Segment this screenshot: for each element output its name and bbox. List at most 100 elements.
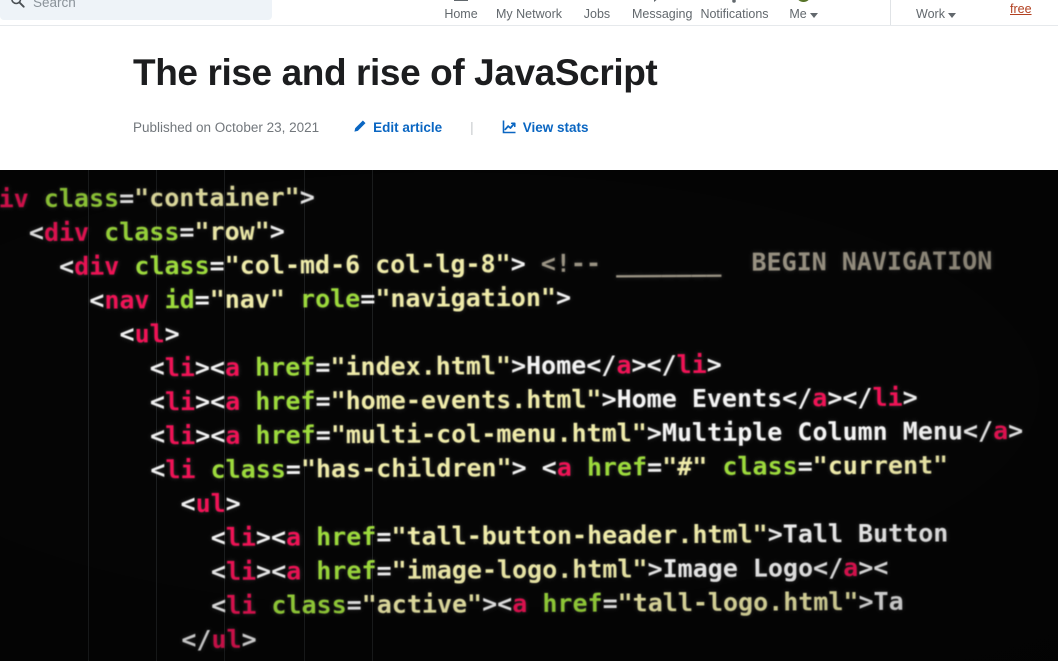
code-token: = — [315, 352, 331, 382]
code-token: nav — [104, 285, 150, 315]
bell-icon — [724, 0, 744, 5]
nav-item-work[interactable]: Work — [905, 0, 967, 25]
code-token: = — [647, 452, 663, 482]
article-header: The rise and rise of JavaScript Publishe… — [0, 26, 1058, 170]
line-chart-icon — [502, 119, 517, 137]
code-token: >< — [194, 352, 226, 383]
code-token: = — [194, 284, 210, 315]
nav-item-home[interactable]: Home — [430, 0, 492, 25]
code-token: href — [255, 420, 316, 450]
code-token: "nav" — [209, 284, 286, 314]
code-token: = — [209, 250, 225, 280]
code-token: Ta — [873, 586, 904, 616]
code-token: href — [542, 588, 603, 618]
search-icon — [10, 0, 25, 13]
nav-item-label: My Network — [496, 7, 562, 21]
code-token: class — [134, 250, 210, 281]
nav-item-label: Messaging — [631, 7, 693, 21]
code-token: role — [299, 284, 361, 314]
code-token: < — [149, 387, 166, 417]
nav-item-me[interactable]: Me — [773, 0, 835, 25]
nav-item-messaging[interactable]: Messaging — [628, 0, 696, 25]
code-token: ul — [211, 624, 242, 654]
code-token: > — [225, 488, 241, 518]
code-token: a — [224, 352, 241, 382]
code-token: < — [149, 353, 165, 383]
code-token: "container" — [134, 182, 300, 213]
code-token: "multi-col-menu.html" — [330, 418, 647, 450]
code-token: > — [767, 519, 783, 549]
code-token: > — [902, 382, 918, 412]
code-token: = — [119, 183, 135, 213]
code-token: li — [165, 421, 196, 451]
code-token: a — [843, 553, 859, 583]
code-token: > — [164, 319, 180, 349]
code-token: Tall Button — [782, 518, 949, 549]
avatar-icon — [795, 0, 813, 5]
code-token: > — [555, 282, 572, 312]
code-token: < — [58, 251, 75, 281]
nav-item-notifications[interactable]: Notifications — [696, 0, 772, 25]
code-token: = — [346, 590, 362, 620]
people-icon — [518, 0, 540, 5]
code-token: Multiple Column Menu — [661, 416, 964, 448]
code-token: href — [255, 352, 316, 382]
code-token: < — [210, 556, 227, 586]
code-token: >< — [255, 522, 287, 552]
code-token: > — [510, 351, 527, 381]
code-token: < — [89, 285, 105, 315]
code-token: >< — [194, 386, 226, 417]
code-token: li — [164, 353, 195, 383]
code-token: ul — [134, 319, 165, 349]
nav-item-work-text: Work — [916, 7, 945, 21]
search-input[interactable]: Search — [0, 0, 272, 20]
code-token: div — [74, 251, 120, 281]
nav-item-label: Me — [789, 7, 818, 21]
nav-item-label: Jobs — [583, 7, 611, 21]
code-token: a — [285, 522, 302, 552]
view-stats-button[interactable]: View stats — [502, 119, 588, 137]
code-token: < — [150, 421, 166, 451]
code-token: > — [510, 248, 541, 279]
code-token: "has-children" — [300, 453, 512, 484]
code-token: li — [165, 455, 196, 485]
code-token: "active" — [361, 589, 483, 620]
code-token: "tall-button-header.html" — [391, 519, 768, 551]
code-token: li — [225, 556, 257, 586]
code-token: iv — [0, 184, 29, 214]
nav-item-jobs[interactable]: Jobs — [566, 0, 628, 25]
code-token: </ — [782, 383, 813, 413]
edit-article-button[interactable]: Edit article — [352, 119, 442, 137]
code-token: a — [616, 350, 632, 380]
code-token: "tall-logo.html" — [617, 587, 859, 618]
code-token: Image Logo — [662, 553, 814, 584]
code-token: > < — [511, 452, 557, 483]
code-token: class — [722, 451, 798, 481]
code-token: li — [872, 382, 903, 412]
code-token: class — [43, 183, 120, 214]
code-token: a — [992, 416, 1009, 446]
code-token: a — [225, 420, 241, 450]
code-token: = — [797, 451, 813, 481]
article-meta-bar: Published on October 23, 2021 Edit artic… — [133, 119, 1058, 137]
code-token: <!-- _______ BEGIN NAVIGATION — [540, 246, 993, 278]
page-title: The rise and rise of JavaScript — [133, 52, 658, 93]
free-upgrade-link[interactable]: free — [1010, 2, 1032, 16]
nav-item-my-network[interactable]: My Network — [492, 0, 566, 25]
code-token: a — [812, 383, 828, 413]
code-token: = — [315, 420, 331, 450]
briefcase-icon — [587, 0, 607, 5]
code-token: ul — [195, 488, 226, 519]
code-token: </ — [586, 350, 617, 380]
code-token: = — [602, 588, 618, 618]
code-token: </ — [181, 624, 212, 655]
code-token: "home-events.html" — [330, 384, 602, 416]
code-token: = — [315, 386, 331, 416]
